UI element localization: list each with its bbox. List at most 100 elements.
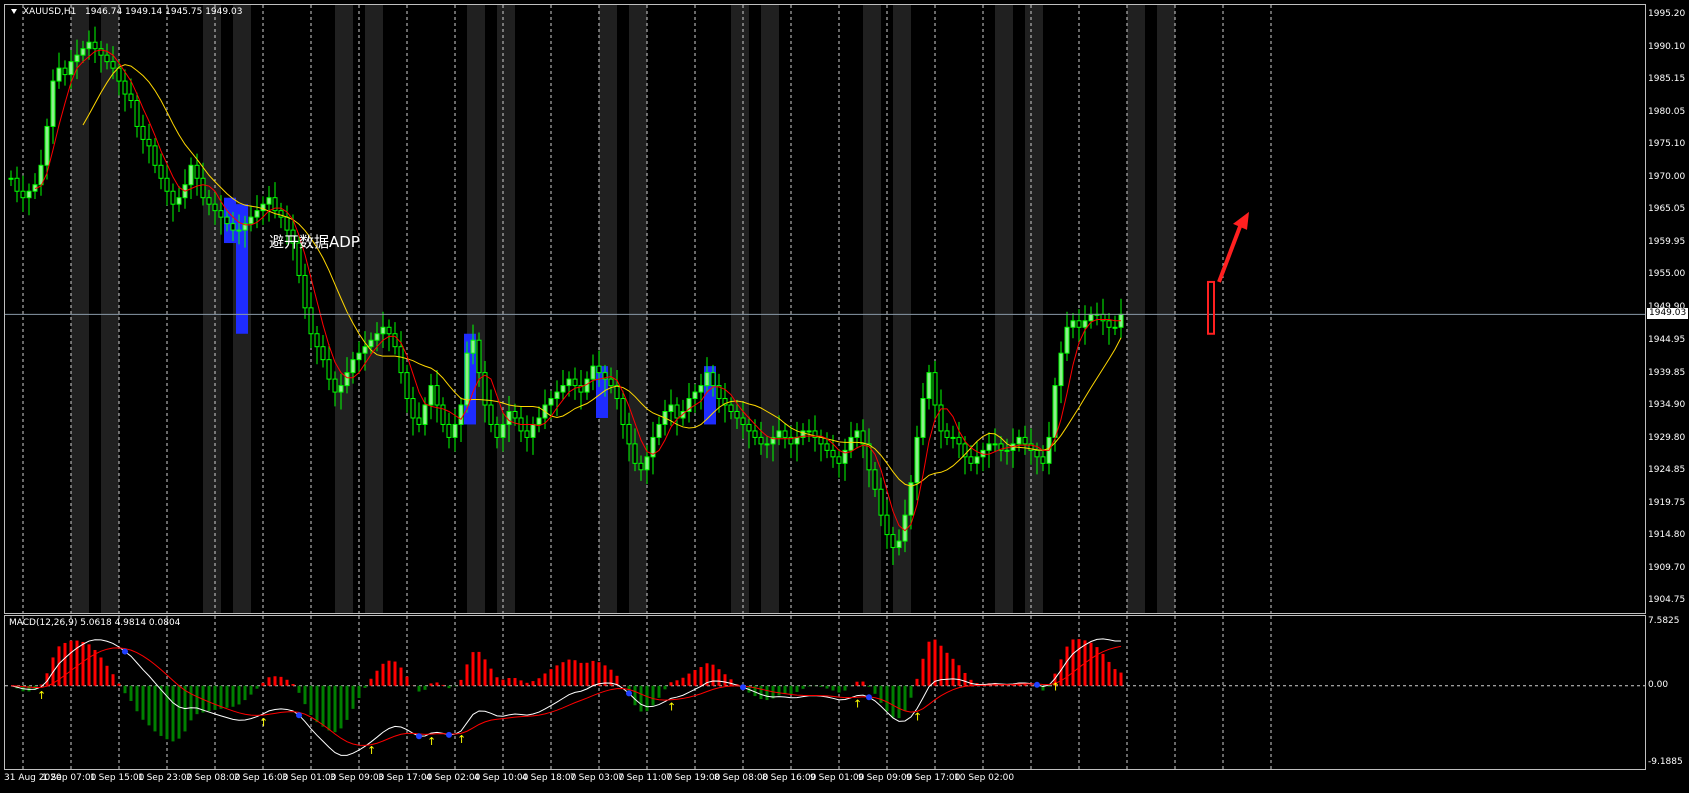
bull-candle bbox=[344, 372, 350, 387]
bear-candle bbox=[758, 436, 764, 445]
bear-candle bbox=[608, 378, 614, 387]
time-axis[interactable]: 31 Aug 2020 1 Sep 07:00 1 Sep 15:00 1 Sep 2… bbox=[4, 771, 1646, 793]
bear-candle bbox=[140, 125, 146, 140]
session-band bbox=[101, 5, 119, 613]
bull-candle bbox=[266, 197, 272, 205]
bear-candle bbox=[308, 307, 314, 335]
bull-candle bbox=[776, 430, 782, 438]
bear-candle bbox=[434, 385, 440, 406]
bull-candle bbox=[8, 177, 14, 180]
time-tick-label: 7 Sep 03:00 bbox=[570, 773, 625, 783]
buy-arrow-icon: ↑ bbox=[37, 689, 46, 702]
bear-candle bbox=[416, 417, 422, 425]
session-band bbox=[335, 5, 353, 613]
price-tick-label: 1965.05 bbox=[1648, 204, 1686, 215]
bear-candle bbox=[752, 430, 758, 438]
collapse-triangle-icon[interactable] bbox=[11, 9, 17, 14]
session-band bbox=[893, 5, 911, 613]
bull-candle bbox=[1058, 352, 1064, 387]
bear-candle bbox=[134, 100, 140, 127]
buy-arrow-icon: ↑ bbox=[457, 733, 466, 746]
bull-candle bbox=[698, 385, 704, 393]
bull-candle bbox=[452, 423, 458, 438]
bear-candle bbox=[488, 404, 494, 425]
buy-arrow-icon: ↑ bbox=[913, 711, 922, 724]
time-tick-label: 8 Sep 16:00 bbox=[762, 773, 817, 783]
price-tick-label: 1975.10 bbox=[1648, 139, 1686, 150]
symbol-ohlc: 1946.74 1949.14 1945.75 1949.03 bbox=[84, 7, 243, 17]
bull-candle bbox=[176, 197, 182, 205]
bear-candle bbox=[1034, 449, 1040, 458]
session-band bbox=[599, 5, 617, 613]
price-tick-label: 1959.95 bbox=[1648, 237, 1686, 248]
bear-candle bbox=[884, 514, 890, 536]
bear-candle bbox=[392, 333, 398, 348]
bear-candle bbox=[386, 326, 392, 335]
time-tick-label: 3 Sep 09:00 bbox=[330, 773, 385, 783]
macd-indicator-pane[interactable]: ↑ ↑ ↑ ↑ ↑ ↑ ↑ ↑ ↑ MACD(12,26,9) 5.0618 4.9814 0.… bbox=[4, 615, 1646, 770]
bear-candle bbox=[20, 190, 26, 199]
price-chart-pane[interactable]: XAUUSD,H1 1946.74 1949.14 1945.75 1949.0… bbox=[4, 4, 1646, 614]
bull-candle bbox=[254, 210, 260, 218]
bull-candle bbox=[380, 326, 386, 335]
sell-dot-icon bbox=[122, 648, 128, 655]
bear-candle bbox=[326, 359, 332, 380]
bull-candle bbox=[458, 404, 464, 425]
price-tick-label: 1934.90 bbox=[1648, 399, 1686, 410]
bull-candle bbox=[704, 372, 710, 387]
bull-candle bbox=[1112, 326, 1118, 329]
bear-candle bbox=[512, 410, 518, 419]
time-tick-label: 3 Sep 17:00 bbox=[378, 773, 433, 783]
bear-candle bbox=[122, 80, 128, 95]
price-tick-label: 1929.80 bbox=[1648, 432, 1686, 443]
bear-candle bbox=[734, 410, 740, 419]
buy-arrow-icon: ↑ bbox=[667, 700, 676, 713]
buy-arrow-icon: ↑ bbox=[367, 744, 376, 757]
bear-candle bbox=[728, 404, 734, 412]
bull-candle bbox=[74, 54, 80, 63]
time-tick-label: 9 Sep 01:00 bbox=[810, 773, 865, 783]
bull-candle bbox=[56, 67, 62, 82]
session-band bbox=[863, 5, 881, 613]
bear-candle bbox=[440, 404, 446, 425]
bull-candle bbox=[794, 436, 800, 445]
bull-candle bbox=[1052, 385, 1058, 438]
bull-candle bbox=[530, 423, 536, 438]
bull-candle bbox=[950, 436, 956, 439]
bull-candle bbox=[338, 385, 344, 393]
bear-candle bbox=[1022, 436, 1028, 445]
bear-candle bbox=[638, 462, 644, 471]
bear-candle bbox=[632, 443, 638, 464]
bear-candle bbox=[104, 54, 110, 63]
bull-candle bbox=[974, 456, 980, 464]
session-band bbox=[1127, 5, 1145, 613]
macd-tick-label: -9.1885 bbox=[1648, 757, 1683, 767]
time-tick-label: 3 Sep 01:00 bbox=[282, 773, 337, 783]
bull-candle bbox=[428, 385, 434, 406]
bull-candle bbox=[248, 216, 254, 225]
session-band bbox=[1025, 5, 1043, 613]
bear-candle bbox=[710, 372, 716, 387]
macd-axis[interactable]: 7.5825 0.00 -9.1885 bbox=[1646, 615, 1689, 770]
bear-candle bbox=[1106, 320, 1112, 328]
bear-candle bbox=[164, 177, 170, 192]
time-tick-label: 4 Sep 18:00 bbox=[522, 773, 577, 783]
bull-candle bbox=[554, 391, 560, 400]
time-tick-label: 1 Sep 15:00 bbox=[90, 773, 145, 783]
bull-candle bbox=[914, 436, 920, 484]
bear-candle bbox=[878, 488, 884, 516]
price-tick-label: 1990.10 bbox=[1648, 42, 1686, 53]
sell-dot-icon bbox=[866, 694, 872, 701]
bear-candle bbox=[320, 346, 326, 361]
bull-candle bbox=[536, 417, 542, 425]
signal-box bbox=[1207, 280, 1215, 335]
bull-candle bbox=[1016, 436, 1022, 445]
bull-candle bbox=[668, 404, 674, 412]
bull-candle bbox=[854, 430, 860, 438]
time-tick-label: 7 Sep 11:00 bbox=[618, 773, 673, 783]
bear-candle bbox=[860, 430, 866, 445]
bear-candle bbox=[674, 404, 680, 419]
price-tick-label: 1914.80 bbox=[1648, 529, 1686, 540]
buy-arrow-icon: ↑ bbox=[259, 716, 268, 729]
bear-candle bbox=[332, 378, 338, 393]
